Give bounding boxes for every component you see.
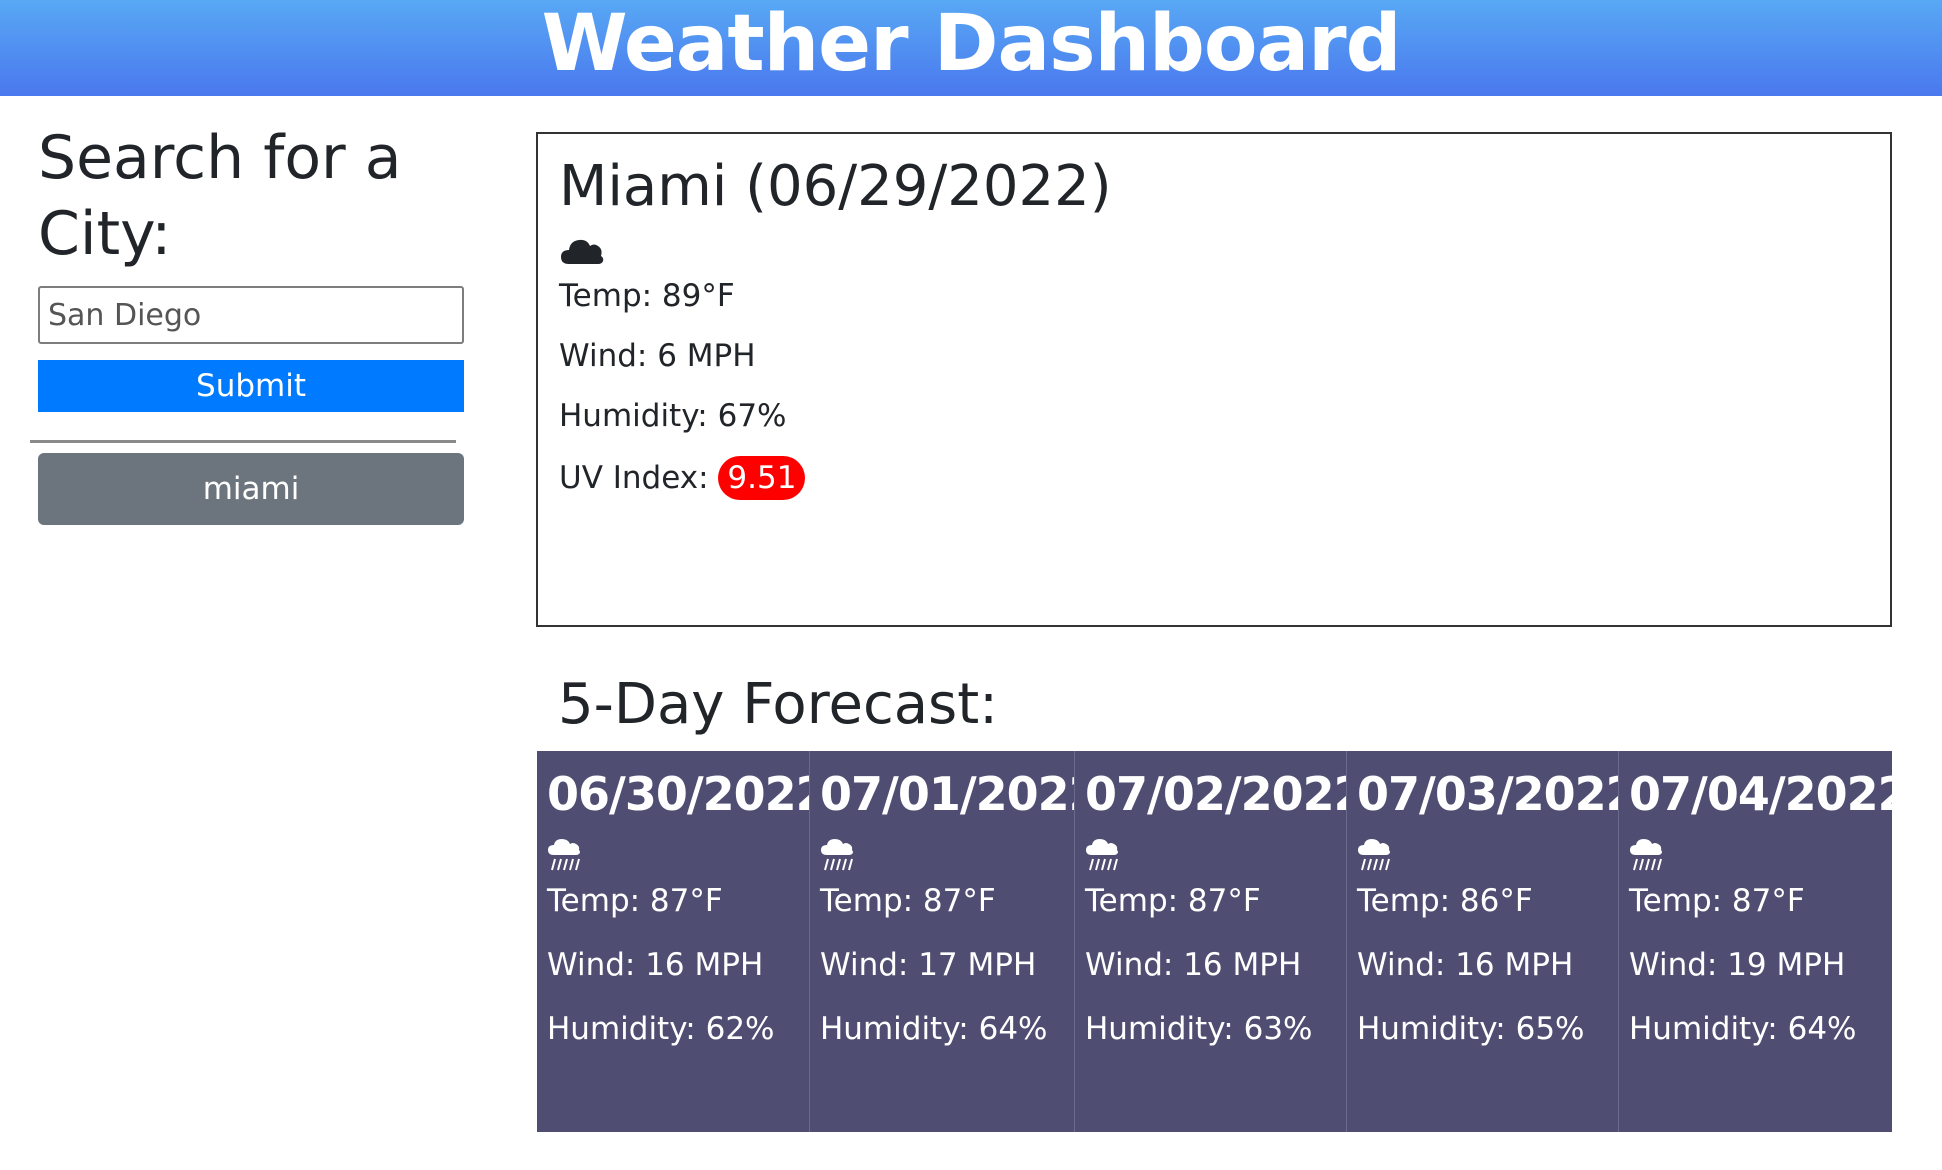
current-uv: UV Index: 9.51	[559, 456, 1869, 500]
page-title: Weather Dashboard	[541, 0, 1402, 89]
forecast-wind: Wind: 16 MPH	[1357, 947, 1574, 983]
forecast-date: 07/03/2022	[1357, 767, 1619, 821]
forecast-temp: Temp: 87°F	[547, 883, 723, 919]
forecast-day-card: 07/04/2022 Temp: 87°F Wind: 19 MPH Humid…	[1619, 751, 1892, 1132]
forecast-temp: Temp: 87°F	[1629, 883, 1805, 919]
forecast-humidity: Humidity: 65%	[1357, 1011, 1585, 1047]
rain-cloud-icon	[1629, 837, 1663, 871]
current-humidity: Humidity: 67%	[559, 398, 787, 434]
forecast-humidity: Humidity: 63%	[1085, 1011, 1313, 1047]
forecast-temp: Temp: 86°F	[1357, 883, 1533, 919]
rain-cloud-icon	[547, 837, 581, 871]
sidebar-divider	[30, 440, 456, 443]
forecast-wind: Wind: 16 MPH	[547, 947, 764, 983]
search-heading: Search for a City:	[38, 123, 402, 269]
forecast-temp: Temp: 87°F	[1085, 883, 1261, 919]
search-sidebar: Search for a City: Submit miami	[30, 120, 466, 525]
rain-cloud-icon	[820, 837, 854, 871]
current-weather-card: Miami (06/29/2022) Temp: 89°F Wind: 6 MP…	[536, 132, 1892, 627]
forecast-day-card: 07/03/2022 Temp: 86°F Wind: 16 MPH Humid…	[1347, 751, 1619, 1132]
forecast-day-card: 07/02/2022 Temp: 87°F Wind: 16 MPH Humid…	[1075, 751, 1347, 1132]
current-city-title: Miami (06/29/2022)	[559, 154, 1112, 219]
forecast-temp: Temp: 87°F	[820, 883, 996, 919]
forecast-wind: Wind: 19 MPH	[1629, 947, 1846, 983]
forecast-wind: Wind: 16 MPH	[1085, 947, 1302, 983]
forecast-date: 06/30/2022	[547, 767, 810, 821]
uv-label: UV Index:	[559, 460, 709, 496]
uv-index-badge: 9.51	[718, 456, 806, 500]
header-bar: Weather Dashboard	[0, 0, 1942, 96]
forecast-date: 07/02/2022	[1085, 767, 1347, 821]
forecast-humidity: Humidity: 64%	[820, 1011, 1048, 1047]
forecast-humidity: Humidity: 64%	[1629, 1011, 1857, 1047]
current-temp: Temp: 89°F	[559, 278, 735, 314]
forecast-date: 07/01/2022	[820, 767, 1075, 821]
city-search-input[interactable]	[38, 286, 464, 344]
forecast-row: 06/30/2022 Temp: 87°F Wind: 16 MPH Humid…	[537, 751, 1892, 1132]
rain-cloud-icon	[1085, 837, 1119, 871]
forecast-day-card: 07/01/2022 Temp: 87°F Wind: 17 MPH Humid…	[810, 751, 1075, 1132]
forecast-title: 5-Day Forecast:	[558, 672, 999, 737]
submit-button[interactable]: Submit	[38, 360, 464, 412]
rain-cloud-icon	[1357, 837, 1391, 871]
cloud-icon	[559, 234, 605, 270]
history-button-miami[interactable]: miami	[38, 453, 464, 525]
forecast-wind: Wind: 17 MPH	[820, 947, 1037, 983]
current-wind: Wind: 6 MPH	[559, 338, 756, 374]
forecast-day-card: 06/30/2022 Temp: 87°F Wind: 16 MPH Humid…	[537, 751, 810, 1132]
forecast-humidity: Humidity: 62%	[547, 1011, 775, 1047]
forecast-date: 07/04/2022	[1629, 767, 1892, 821]
